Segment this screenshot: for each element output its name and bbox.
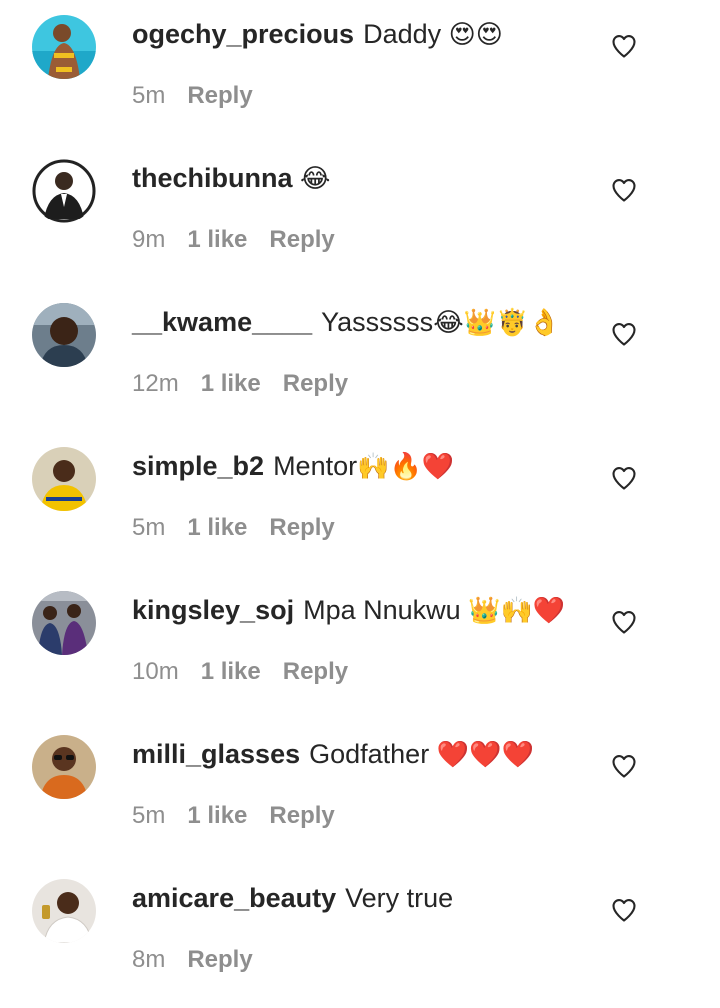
comment-line: milli_glasses Godfather ❤️❤️❤️ (132, 734, 534, 774)
avatar[interactable] (32, 15, 96, 79)
avatar[interactable] (32, 447, 96, 511)
comment-line: __kwame____ Yassssss😂👑🤴👌 (132, 302, 561, 342)
avatar-photo-group (32, 591, 96, 655)
avatar[interactable] (32, 879, 96, 943)
reply-button[interactable]: Reply (269, 514, 334, 541)
reply-button[interactable]: Reply (269, 802, 334, 829)
avatar[interactable] (32, 735, 96, 799)
comment-username[interactable]: __kwame____ (132, 307, 312, 337)
comment-meta: 5m 1 like Reply (132, 512, 335, 544)
comment-text: Godfather (309, 739, 430, 769)
avatar[interactable] (32, 159, 96, 223)
reply-button[interactable]: Reply (283, 370, 348, 397)
comment-text: Yassssss (321, 307, 434, 337)
comment-likes[interactable]: 1 like (187, 226, 247, 253)
like-heart-icon[interactable] (610, 752, 638, 780)
like-heart-icon[interactable] (610, 176, 638, 204)
avatar[interactable] (32, 303, 96, 367)
comment-meta: 12m 1 like Reply (132, 368, 348, 400)
comment-username[interactable]: thechibunna (132, 163, 293, 193)
comment-emoji: 🙌🔥❤️ (357, 452, 455, 482)
avatar-photo-man-hivis (32, 447, 96, 511)
like-heart-icon[interactable] (610, 320, 638, 348)
comment-line: ogechy_precious Daddy 😍😍 (132, 14, 503, 54)
comment-item: amicare_beauty Very true 8m Reply (0, 864, 720, 1008)
reply-button[interactable]: Reply (187, 82, 252, 109)
comment-time: 5m (132, 802, 166, 829)
comment-text: Mpa Nnukwu (303, 595, 461, 625)
comment-item: ogechy_precious Daddy 😍😍 5m Reply (0, 0, 720, 144)
avatar[interactable] (32, 591, 96, 655)
reply-button[interactable]: Reply (269, 226, 334, 253)
reply-button[interactable]: Reply (187, 946, 252, 973)
like-heart-icon[interactable] (610, 32, 638, 60)
reply-button[interactable]: Reply (283, 658, 348, 685)
comment-likes[interactable]: 1 like (201, 658, 261, 685)
comment-item: thechibunna 😂 9m 1 like Reply (0, 144, 720, 288)
comment-emoji: ❤️❤️❤️ (436, 740, 534, 770)
avatar-photo-man-suit (32, 159, 96, 223)
comment-time: 5m (132, 82, 166, 109)
comment-likes[interactable]: 1 like (187, 802, 247, 829)
avatar-photo-man-car (32, 303, 96, 367)
comment-meta: 8m Reply (132, 944, 253, 976)
avatar-photo-woman-pool (32, 15, 96, 79)
comment-username[interactable]: kingsley_soj (132, 595, 294, 625)
comment-time: 5m (132, 514, 166, 541)
comment-emoji: 😂👑🤴👌 (433, 308, 561, 338)
like-heart-icon[interactable] (610, 608, 638, 636)
avatar-photo-woman-white (32, 879, 96, 943)
comment-username[interactable]: milli_glasses (132, 739, 300, 769)
comment-emoji: 😍😍 (448, 20, 503, 50)
comment-text: Daddy (363, 19, 442, 49)
comment-meta: 5m 1 like Reply (132, 800, 335, 832)
comment-username[interactable]: amicare_beauty (132, 883, 336, 913)
comment-line: kingsley_soj Mpa Nnukwu 👑🙌❤️ (132, 590, 565, 630)
comment-time: 9m (132, 226, 166, 253)
comment-item: simple_b2 Mentor🙌🔥❤️ 5m 1 like Reply (0, 432, 720, 576)
comment-time: 12m (132, 370, 179, 397)
comment-time: 10m (132, 658, 179, 685)
comment-line: simple_b2 Mentor🙌🔥❤️ (132, 446, 454, 486)
comment-item: __kwame____ Yassssss😂👑🤴👌 12m 1 like Reply (0, 288, 720, 432)
comment-text: Very true (345, 883, 454, 913)
comment-meta: 10m 1 like Reply (132, 656, 348, 688)
comment-likes[interactable]: 1 like (187, 514, 247, 541)
comment-line: thechibunna 😂 (132, 158, 330, 198)
comment-username[interactable]: simple_b2 (132, 451, 264, 481)
comment-username[interactable]: ogechy_precious (132, 19, 354, 49)
comment-item: milli_glasses Godfather ❤️❤️❤️ 5m 1 like Re… (0, 720, 720, 864)
comment-emoji: 👑🙌❤️ (468, 596, 566, 626)
avatar-photo-man-glasses (32, 735, 96, 799)
like-heart-icon[interactable] (610, 464, 638, 492)
comment-meta: 5m Reply (132, 80, 253, 112)
comment-text: Mentor (273, 451, 358, 481)
comment-emoji: 😂 (300, 164, 331, 194)
like-heart-icon[interactable] (610, 896, 638, 924)
comment-meta: 9m 1 like Reply (132, 224, 335, 256)
comment-item: kingsley_soj Mpa Nnukwu 👑🙌❤️ 10m 1 like Rep… (0, 576, 720, 720)
comment-time: 8m (132, 946, 166, 973)
comment-likes[interactable]: 1 like (201, 370, 261, 397)
comment-line: amicare_beauty Very true (132, 878, 453, 918)
